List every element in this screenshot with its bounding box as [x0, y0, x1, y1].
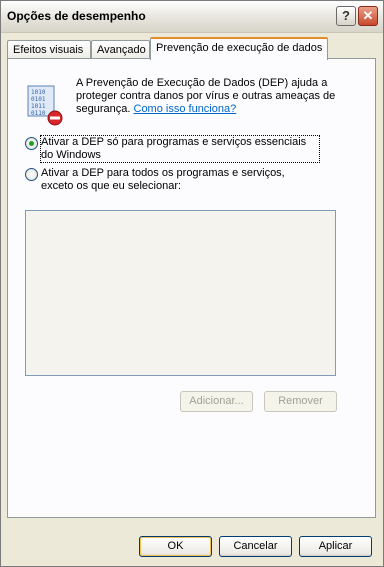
dep-essential-label[interactable]: Ativar a DEP só para programas e serviço… — [40, 135, 320, 163]
svg-text:1011: 1011 — [31, 103, 46, 110]
title-bar[interactable]: Opções de desempenho ? ✕ — [1, 1, 383, 33]
add-button[interactable]: Adicionar... — [180, 391, 253, 412]
dep-essential-option[interactable]: Ativar a DEP só para programas e serviço… — [25, 135, 360, 164]
exceptions-list[interactable] — [25, 210, 336, 376]
dep-all-label[interactable]: Ativar a DEP para todos os programas e s… — [41, 167, 319, 193]
ok-button[interactable]: OK — [139, 536, 212, 557]
tab-visual-effects[interactable]: Efeitos visuais — [7, 40, 91, 59]
dep-shield-icon: 1010 0101 1011 0110 — [27, 85, 63, 126]
svg-text:0101: 0101 — [31, 96, 46, 103]
tab-panel: 1010 0101 1011 0110 A Prevenção de Execu… — [7, 58, 376, 518]
dep-all-option[interactable]: Ativar a DEP para todos os programas e s… — [25, 167, 360, 195]
dep-description: A Prevenção de Execução de Dados (DEP) a… — [76, 77, 366, 116]
help-icon: ? — [342, 8, 350, 23]
dep-essential-radio[interactable] — [25, 137, 38, 150]
close-icon: ✕ — [362, 8, 374, 23]
svg-text:1010: 1010 — [31, 89, 46, 96]
performance-options-window: Opções de desempenho ? ✕ Efeitos visuais… — [0, 0, 384, 567]
how-it-works-link[interactable]: Como isso funciona? — [134, 103, 237, 115]
help-button[interactable]: ? — [336, 6, 356, 26]
tab-data-execution-prevention[interactable]: Prevenção de execução de dados — [150, 37, 328, 60]
window-title: Opções de desempenho — [7, 9, 146, 23]
cancel-button[interactable]: Cancelar — [219, 536, 292, 557]
remove-button[interactable]: Remover — [264, 391, 337, 412]
svg-text:0110: 0110 — [31, 110, 46, 117]
close-button[interactable]: ✕ — [358, 6, 378, 26]
tab-advanced[interactable]: Avançado — [91, 40, 150, 59]
dep-all-radio[interactable] — [25, 168, 38, 181]
apply-button[interactable]: Aplicar — [299, 536, 372, 557]
